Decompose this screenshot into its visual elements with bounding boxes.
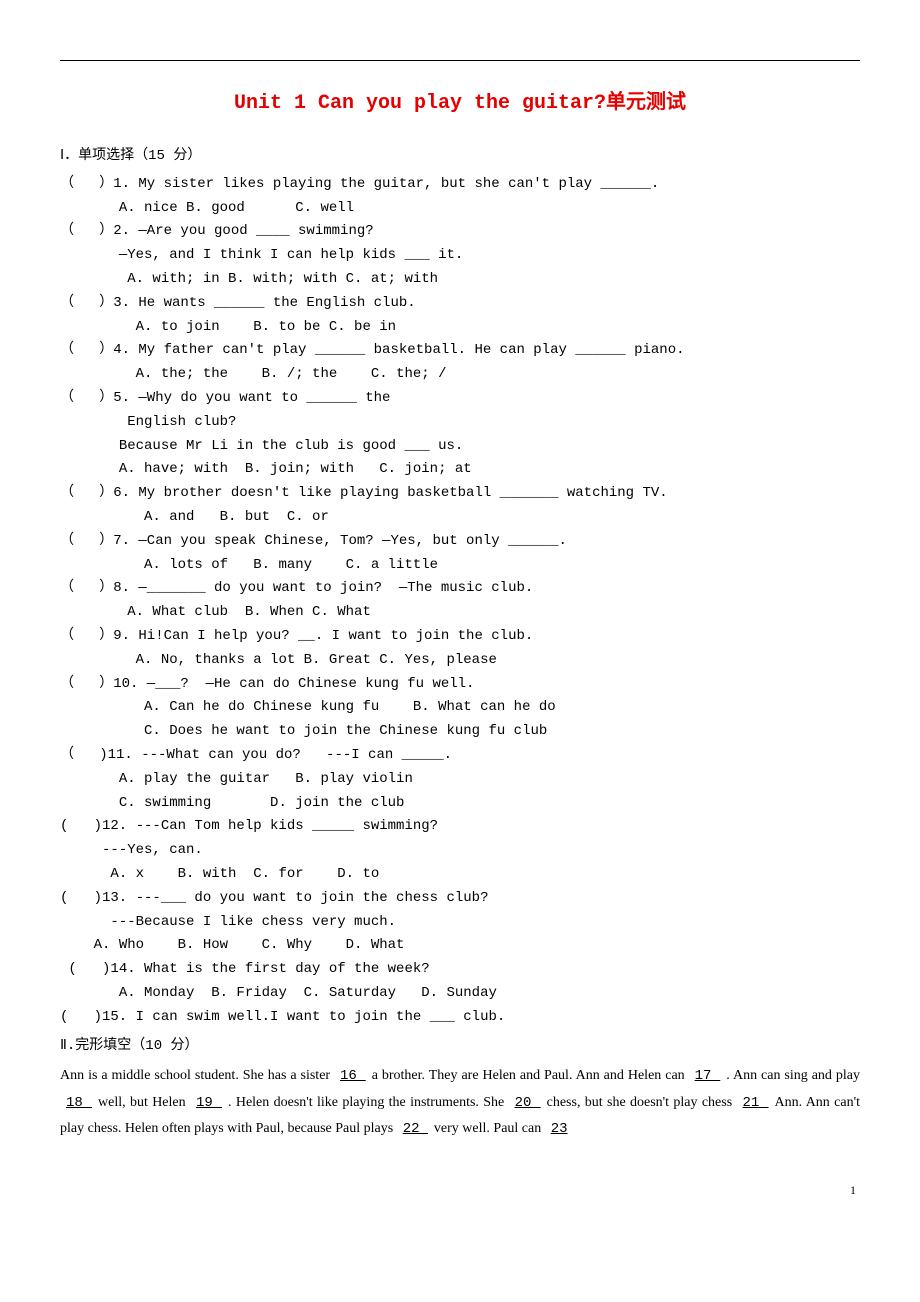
question-line: ( )14. What is the first day of the week… (60, 958, 860, 982)
document-title: Unit 1 Can you play the guitar?单元测试 (60, 85, 860, 115)
question-line: C. Does he want to join the Chinese kung… (60, 720, 860, 744)
question-line: A. the; the B. /; the C. the; / (60, 363, 860, 387)
question-line: ( )13. ---___ do you want to join the ch… (60, 887, 860, 911)
question-line: （ ）6. My brother doesn't like playing ba… (60, 482, 860, 506)
cloze-blank-18: 18 (60, 1095, 98, 1111)
question-line: A. nice B. good C. well (60, 197, 860, 221)
question-line: A. to join B. to be C. be in (60, 316, 860, 340)
cloze-text: chess, but she doesn't play chess (547, 1095, 737, 1110)
question-line: A. with; in B. with; with C. at; with (60, 268, 860, 292)
question-line: A. and B. but C. or (60, 506, 860, 530)
cloze-blank-21: 21 (736, 1095, 774, 1111)
page-number: 1 (60, 1183, 860, 1198)
cloze-text: . Helen doesn't like playing the instrum… (228, 1095, 509, 1110)
question-line: （ ）8. —_______ do you want to join? —The… (60, 577, 860, 601)
cloze-blank-16: 16 (334, 1068, 372, 1084)
cloze-text: well, but Helen (98, 1095, 190, 1110)
question-line: English club? (60, 411, 860, 435)
section-2-header: Ⅱ.完形填空（10 分） (60, 1035, 860, 1059)
question-line: A. x B. with C. for D. to (60, 863, 860, 887)
question-line: A. Who B. How C. Why D. What (60, 934, 860, 958)
cloze-text: a brother. They are Helen and Paul. Ann … (372, 1068, 689, 1083)
question-line: （ ）5. —Why do you want to ______ the (60, 387, 860, 411)
cloze-blank-23: 23 (545, 1121, 574, 1137)
question-line: （ ）4. My father can't play ______ basket… (60, 339, 860, 363)
question-line: ( )12. ---Can Tom help kids _____ swimmi… (60, 815, 860, 839)
question-line: （ ）9. Hi!Can I help you? __. I want to j… (60, 625, 860, 649)
question-line: ---Because I like chess very much. (60, 911, 860, 935)
question-line: A. Can he do Chinese kung fu B. What can… (60, 696, 860, 720)
question-line: Because Mr Li in the club is good ___ us… (60, 435, 860, 459)
question-line: （ ）1. My sister likes playing the guitar… (60, 173, 860, 197)
cloze-text: Ann is a middle school student. She has … (60, 1068, 334, 1083)
section-1-header: Ⅰ．单项选择（15 分） (60, 145, 860, 169)
question-line: —Yes, and I think I can help kids ___ it… (60, 244, 860, 268)
question-line: （ ）2. —Are you good ____ swimming? (60, 220, 860, 244)
document-page: Unit 1 Can you play the guitar?单元测试 Ⅰ．单项… (0, 0, 920, 1238)
question-line: A. play the guitar B. play violin (60, 768, 860, 792)
question-line: C. swimming D. join the club (60, 792, 860, 816)
cloze-text: very well. Paul can (434, 1121, 545, 1136)
question-line: A. No, thanks a lot B. Great C. Yes, ple… (60, 649, 860, 673)
cloze-blank-19: 19 (190, 1095, 228, 1111)
question-line: ( )15. I can swim well.I want to join th… (60, 1006, 860, 1030)
question-line: （ )11. ---What can you do? ---I can ____… (60, 744, 860, 768)
question-line: A. What club B. When C. What (60, 601, 860, 625)
question-line: A. have; with B. join; with C. join; at (60, 458, 860, 482)
multiple-choice-block: （ ）1. My sister likes playing the guitar… (60, 173, 860, 1030)
cloze-text: . Ann can sing and play (726, 1068, 860, 1083)
top-divider (60, 60, 860, 61)
question-line: （ ）3. He wants ______ the English club. (60, 292, 860, 316)
cloze-blank-20: 20 (509, 1095, 547, 1111)
cloze-blank-22: 22 (397, 1121, 434, 1137)
cloze-blank-17: 17 (689, 1068, 727, 1084)
cloze-passage: Ann is a middle school student. She has … (60, 1063, 860, 1143)
question-line: A. lots of B. many C. a little (60, 554, 860, 578)
question-line: （ ）10. —___? —He can do Chinese kung fu … (60, 673, 860, 697)
question-line: ---Yes, can. (60, 839, 860, 863)
question-line: （ ）7. —Can you speak Chinese, Tom? —Yes,… (60, 530, 860, 554)
question-line: A. Monday B. Friday C. Saturday D. Sunda… (60, 982, 860, 1006)
